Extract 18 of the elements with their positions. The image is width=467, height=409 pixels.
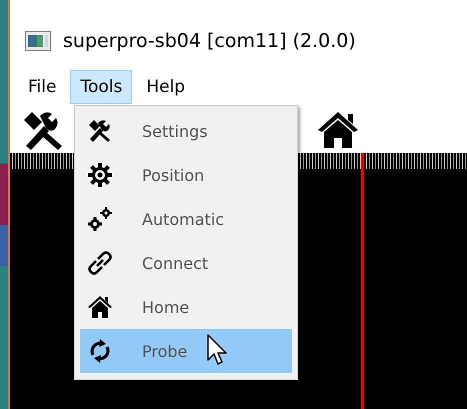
menu-bar-item[interactable]: Help (136, 70, 196, 104)
window-title: superpro-sb04 [com11] (2.0.0) (63, 30, 356, 52)
link-icon (88, 251, 112, 275)
gears-icon (88, 207, 112, 231)
menu-item[interactable]: Home (80, 285, 292, 329)
menu-bar-item[interactable]: File (18, 70, 66, 104)
mouse-pointer-icon (207, 334, 229, 366)
tools-icon (88, 119, 112, 143)
house-icon[interactable] (316, 110, 360, 150)
house-icon (88, 295, 112, 319)
menu-item[interactable]: Automatic (80, 197, 292, 241)
menu-item[interactable]: Position (80, 153, 292, 197)
menu-bar-item[interactable]: Tools (70, 70, 132, 104)
app-icon (25, 31, 51, 51)
menu-item[interactable]: Probe (80, 329, 292, 373)
refresh-icon (88, 339, 112, 363)
menu-item[interactable]: Settings (80, 109, 292, 153)
menu-item[interactable]: Connect (80, 241, 292, 285)
